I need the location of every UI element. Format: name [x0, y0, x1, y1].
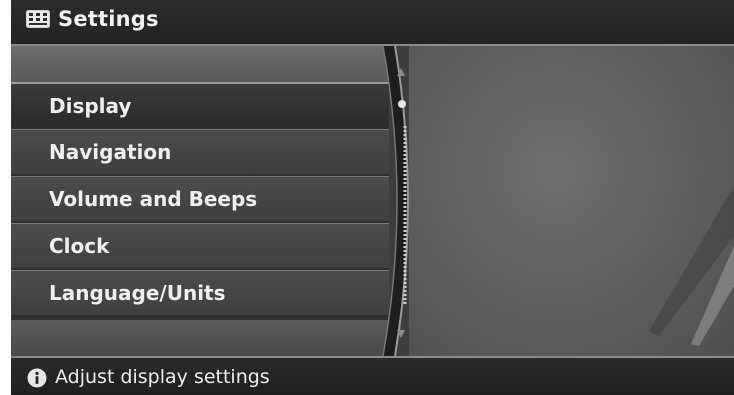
menu-item-volume-and-beeps[interactable]: Volume and Beeps: [11, 176, 389, 221]
menu-item-label: Navigation: [49, 140, 172, 164]
status-bar: Adjust display settings: [11, 356, 734, 395]
menu-item-language-units[interactable]: Language/Units: [11, 270, 389, 315]
menu-item-navigation[interactable]: Navigation: [11, 129, 389, 174]
header-bar: Settings: [11, 0, 734, 46]
info-icon: [27, 368, 47, 388]
menu-item-label: Clock: [49, 234, 110, 258]
display-preview-panel: [409, 46, 734, 356]
settings-screen: Settings Display Navigation Volume and B…: [11, 0, 734, 395]
page-title: Settings: [58, 7, 159, 31]
settings-menu: Display Navigation Volume and Beeps Cloc…: [11, 46, 389, 356]
settings-keypad-icon: [26, 10, 50, 28]
scroll-position-thumb: [398, 100, 406, 108]
menu-item-clock[interactable]: Clock: [11, 223, 389, 268]
menu-item-label: Volume and Beeps: [49, 187, 258, 211]
menu-empty-row: [11, 320, 389, 356]
menu-item-label: Language/Units: [49, 281, 226, 305]
scrollbar[interactable]: [381, 46, 417, 356]
menu-empty-row: [11, 46, 389, 82]
menu-item-label: Display: [49, 94, 132, 118]
menu-item-display[interactable]: Display: [11, 82, 389, 127]
help-text: Adjust display settings: [55, 366, 270, 388]
preview-streaks: [649, 186, 734, 346]
